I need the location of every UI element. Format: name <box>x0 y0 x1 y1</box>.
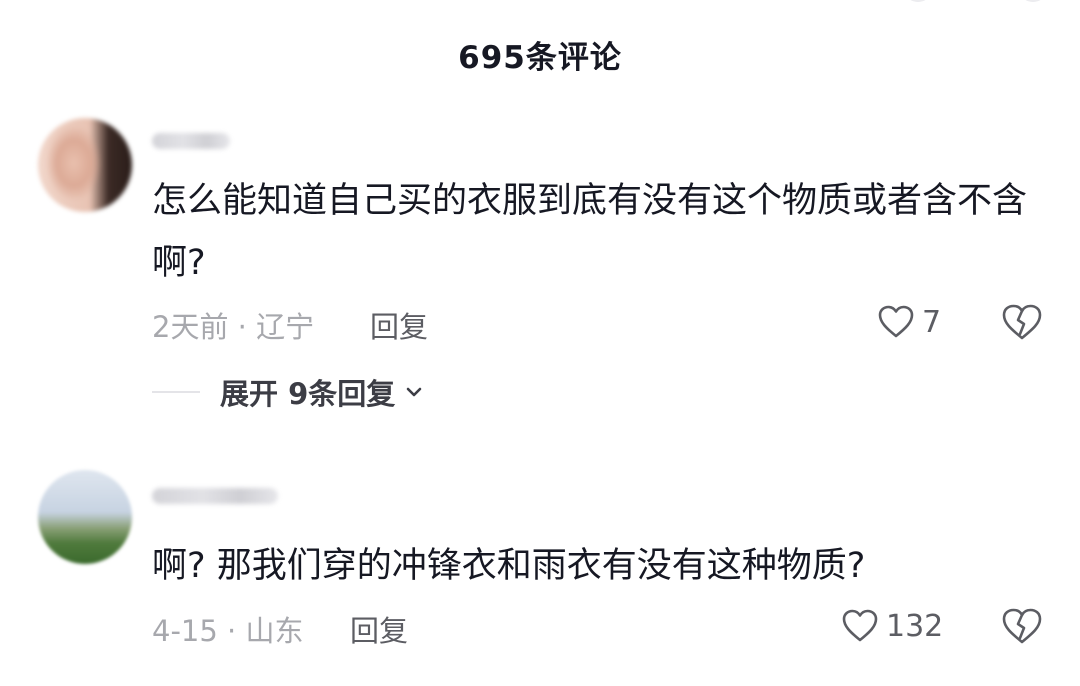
comment-time-location: 2天前 · 辽宁 <box>152 310 315 344</box>
username-blurred[interactable] <box>152 488 278 504</box>
expand-replies-row: 展开 9条回复 <box>152 372 425 412</box>
expand-replies-button[interactable]: 展开 9条回复 <box>220 371 425 413</box>
like-button[interactable]: 132 <box>840 604 943 648</box>
heart-outline-icon <box>842 609 878 642</box>
avatar[interactable] <box>38 470 132 564</box>
comment-text: 啊? 那我们穿的冲锋衣和雨衣有没有这种物质? <box>152 546 866 586</box>
broken-heart-icon <box>1002 304 1042 340</box>
broken-heart-icon <box>1002 608 1042 644</box>
top-control-remnant <box>905 0 931 2</box>
reply-button[interactable]: 回复 <box>370 304 428 346</box>
heart-outline-icon <box>878 305 914 338</box>
avatar[interactable] <box>38 118 132 212</box>
comment-meta-row: 4-15 · 山东 回复 132 <box>152 604 1052 648</box>
comment-time-location: 4-15 · 山东 <box>152 614 304 648</box>
divider-line <box>152 391 200 393</box>
chevron-down-icon <box>406 387 422 397</box>
reply-button[interactable]: 回复 <box>350 608 408 650</box>
dislike-button[interactable] <box>1000 604 1044 648</box>
username-blurred[interactable] <box>152 133 230 149</box>
comment-meta-row: 2天前 · 辽宁 回复 7 <box>152 300 1052 344</box>
comment-count-title: 695条评论 <box>458 40 622 76</box>
like-button[interactable]: 7 <box>876 300 941 344</box>
like-count: 7 <box>922 304 942 340</box>
comments-header: 695条评论 <box>0 0 1080 100</box>
comment-text: 怎么能知道自己买的衣服到底有没有这个物质或者含不含啊? <box>152 181 1028 283</box>
top-control-remnant <box>1020 0 1046 2</box>
expand-replies-label: 展开 9条回复 <box>220 377 396 411</box>
dislike-button[interactable] <box>1000 300 1044 344</box>
like-count: 132 <box>886 608 944 644</box>
